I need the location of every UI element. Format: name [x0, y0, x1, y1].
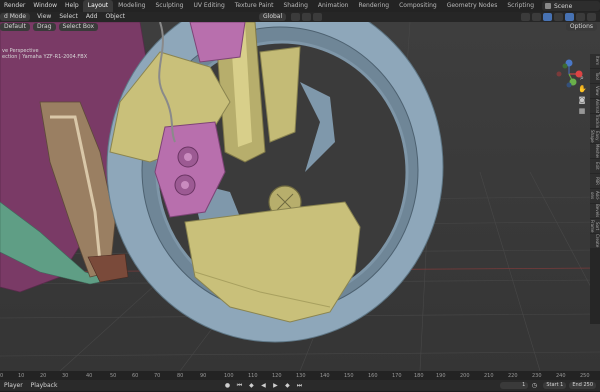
tick: 210 — [484, 373, 494, 379]
collection-object-label: ection | Yamaha YZF-R1-2004.FBX — [2, 54, 88, 60]
tick: 170 — [392, 373, 402, 379]
tick: 180 — [414, 373, 424, 379]
clock-icon[interactable]: ◷ — [530, 382, 538, 389]
tick: 200 — [460, 373, 470, 379]
tick: 30 — [62, 373, 69, 379]
sidebar-tab-view[interactable]: View — [590, 84, 600, 98]
tick: 60 — [132, 373, 139, 379]
3d-viewport[interactable]: ve Perspective ection | Yamaha YZF-R1-20… — [0, 22, 600, 371]
sidebar-tab-item[interactable]: Item — [590, 54, 600, 68]
sidebar-tab-animation[interactable]: Animation — [590, 99, 600, 113]
camera-icon[interactable]: ◙ — [578, 96, 586, 104]
scene-name: Scene — [554, 2, 573, 10]
tick: 50 — [110, 373, 117, 379]
tick: 10 — [18, 373, 25, 379]
sidebar-tab-addons[interactable]: Add-ons — [590, 189, 600, 203]
snap-icon[interactable] — [291, 13, 301, 21]
end-value: 250 — [583, 382, 593, 388]
tab-geometry-nodes[interactable]: Geometry Nodes — [442, 0, 503, 12]
falloff-icon[interactable] — [313, 13, 323, 21]
sidebar-tab-create[interactable]: Create — [590, 234, 600, 248]
sidebar-tabs: Item Tool View Animation Tracking Easy S… — [590, 54, 600, 324]
jump-start-icon[interactable]: ⏮ — [235, 382, 243, 389]
next-keyframe-icon[interactable]: ◆ — [283, 382, 291, 389]
end-frame-field[interactable]: End 250 — [569, 382, 596, 389]
tick: 240 — [556, 373, 566, 379]
sidebar-tab-meshes[interactable]: Meshes — [590, 144, 600, 158]
scene-icon — [545, 3, 551, 9]
viewport-scene — [0, 22, 600, 371]
tick: 160 — [368, 373, 378, 379]
solid-shading-icon[interactable] — [565, 13, 574, 21]
tick: 110 — [248, 373, 258, 379]
orientation-default-dropdown[interactable]: Default — [0, 22, 30, 31]
record-icon[interactable]: ● — [223, 382, 231, 389]
tab-sculpting[interactable]: Sculpting — [150, 0, 188, 12]
tab-animation[interactable]: Animation — [313, 0, 354, 12]
gizmo-toggle-icon[interactable] — [532, 13, 541, 21]
visibility-icon[interactable] — [521, 13, 530, 21]
prev-keyframe-icon[interactable]: ◆ — [247, 382, 255, 389]
tab-rendering[interactable]: Rendering — [353, 0, 394, 12]
select-box-dropdown[interactable]: Select Box — [58, 22, 99, 31]
tick: 130 — [296, 373, 306, 379]
tick: 250 — [580, 373, 590, 379]
sidebar-tab-easy-shape[interactable]: Easy Shape — [590, 129, 600, 143]
mode-dropdown[interactable]: d Mode — [0, 13, 31, 21]
tab-compositing[interactable]: Compositing — [394, 0, 442, 12]
current-frame-field[interactable]: 1 — [500, 382, 529, 389]
tick: 90 — [200, 373, 207, 379]
playback-menu[interactable]: Playback — [27, 380, 62, 392]
sidebar-tab-pbr[interactable]: PBR — [590, 174, 600, 188]
tab-texture-paint[interactable]: Texture Paint — [230, 0, 279, 12]
timeline-controls: Player Playback ● ⏮ ◆ ◀ ▶ ◆ ⏭ 1 ◷ Start … — [0, 380, 600, 391]
tick: 220 — [508, 373, 518, 379]
grid-view-icon[interactable]: ▦ — [578, 107, 586, 115]
viewport-header: d Mode View Select Add Object Global — [0, 12, 600, 22]
sidebar-tab-sort-frame[interactable]: Sort Frame — [590, 219, 600, 233]
tick: 20 — [40, 373, 47, 379]
timeline-editor: 0 10 20 30 40 50 60 70 80 90 100 110 120… — [0, 371, 600, 391]
sidebar-tab-edit[interactable]: Edit — [590, 159, 600, 173]
start-frame-field[interactable]: Start 1 — [543, 382, 567, 389]
sidebar-tab-bevels[interactable]: Bevels — [590, 204, 600, 218]
zoom-icon[interactable]: ⌕ — [578, 74, 586, 82]
proportional-edit-icon[interactable] — [302, 13, 312, 21]
material-shading-icon[interactable] — [576, 13, 585, 21]
tool-settings-header: Default Drag Select Box Options — [0, 22, 600, 31]
rendered-shading-icon[interactable] — [587, 13, 596, 21]
sidebar-tab-tracking[interactable]: Tracking — [590, 114, 600, 128]
tick: 230 — [532, 373, 542, 379]
tab-shading[interactable]: Shading — [279, 0, 313, 12]
play-reverse-icon[interactable]: ◀ — [259, 382, 267, 389]
tick: 70 — [154, 373, 161, 379]
timeline-editor-menu[interactable]: Player — [0, 380, 27, 392]
xray-icon[interactable] — [554, 13, 563, 21]
play-icon[interactable]: ▶ — [271, 382, 279, 389]
drag-dropdown[interactable]: Drag — [32, 22, 56, 31]
menu-render[interactable]: Render — [0, 0, 29, 12]
timeline-ruler[interactable]: 0 10 20 30 40 50 60 70 80 90 100 110 120… — [0, 371, 600, 380]
tick: 150 — [344, 373, 354, 379]
overlay-toggle-icon[interactable] — [543, 13, 552, 21]
start-label: Start — [546, 382, 559, 388]
tick: 190 — [436, 373, 446, 379]
tick: 100 — [224, 373, 234, 379]
tab-uv-editing[interactable]: UV Editing — [188, 0, 229, 12]
scene-selector[interactable]: Scene — [542, 1, 600, 11]
pan-hand-icon[interactable]: ✋ — [578, 85, 587, 93]
sidebar-tab-tool[interactable]: Tool — [590, 69, 600, 83]
tab-scripting[interactable]: Scripting — [502, 0, 539, 12]
start-value: 1 — [560, 382, 564, 388]
tick: 40 — [86, 373, 93, 379]
viewport-overlay-text: ve Perspective ection | Yamaha YZF-R1-20… — [2, 48, 87, 60]
jump-end-icon[interactable]: ⏭ — [295, 382, 303, 389]
tick: 120 — [272, 373, 282, 379]
options-dropdown[interactable]: Options — [565, 22, 597, 31]
tick: 140 — [320, 373, 330, 379]
tick: 80 — [177, 373, 184, 379]
transform-orientation-dropdown[interactable]: Global — [259, 13, 287, 21]
end-label: End — [572, 382, 582, 388]
